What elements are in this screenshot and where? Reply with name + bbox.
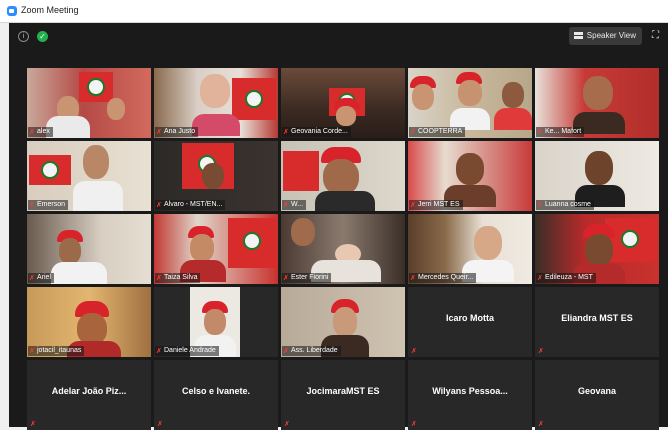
participant-name-label: ✗ Geovania Corde... [282, 127, 351, 137]
muted-mic-icon: ✗ [156, 275, 162, 282]
participant-name-label: ✗ Ke... Mafort [536, 127, 585, 137]
muted-mic-icon: ✗ [410, 202, 416, 209]
muted-mic-icon: ✗ [156, 348, 162, 355]
video-tile[interactable]: ✗ Luanna cosme [535, 141, 659, 211]
muted-mic-icon: ✗ [537, 275, 543, 282]
speaker-view-button[interactable]: Speaker View [568, 27, 642, 45]
video-tile[interactable]: Wilyans Pessoa... ✗ [408, 360, 532, 430]
muted-mic-icon: ✗ [29, 202, 35, 209]
video-tile[interactable]: ✗ Edileuza - MST [535, 214, 659, 284]
muted-mic-icon: ✗ [283, 348, 289, 355]
shield-icon[interactable]: ✓ [37, 31, 48, 42]
meeting-top-bar: i ✓ Speaker View ⛶ [9, 23, 668, 53]
muted-mic-icon: ✗ [537, 129, 543, 136]
participant-name-label: ✗ Daniele Andrade [155, 346, 219, 356]
muted-mic-icon: ✗ [283, 202, 289, 209]
video-tile[interactable]: Eliandra MST ES ✗ [535, 287, 659, 357]
grid-icon [573, 32, 583, 39]
video-tile[interactable]: ✗ Daniele Andrade [154, 287, 278, 357]
muted-mic-icon: ✗ [283, 275, 289, 282]
fullscreen-icon[interactable]: ⛶ [652, 31, 662, 41]
muted-mic-icon: ✗ [29, 348, 35, 355]
participant-name-label: ✗ Luanna cosme [536, 200, 594, 210]
participant-name-label: ✗ W... [282, 200, 307, 210]
participant-name: Adelar João Piz... [51, 386, 127, 396]
participant-name: JocimaraMST ES [306, 386, 380, 396]
participant-name-label: ✗ Ass. Liberdade [282, 346, 341, 356]
video-tile[interactable]: Geovana ✗ [535, 360, 659, 430]
video-tile[interactable]: ✗ W... [281, 141, 405, 211]
video-tile[interactable]: ✗ Emerson [27, 141, 151, 211]
gallery-grid: ✗alex ✗Ana Justo ✗Geovania Corde... ✗ [27, 68, 659, 430]
speaker-view-label: Speaker View [586, 31, 636, 40]
participant-name-label: ✗ Ariel [28, 273, 55, 283]
muted-mic-icon: ✗ [410, 275, 416, 282]
participant-name-label: ✗ Mercedes Queir... [409, 273, 477, 283]
video-tile[interactable]: ✗ Ariel [27, 214, 151, 284]
zoom-logo-icon [7, 6, 17, 16]
muted-mic-icon: ✗ [156, 129, 162, 136]
muted-mic-icon: ✗ [537, 202, 543, 209]
video-tile[interactable]: ✗ Alvaro - MST/EN... [154, 141, 278, 211]
participant-name-label: ✗ Ana Justo [155, 127, 199, 137]
participant-name-label: ✗ Ester Fiorini [282, 273, 332, 283]
video-tile[interactable]: ✗ Ester Fiorini [281, 214, 405, 284]
muted-mic-icon: ✗ [411, 348, 417, 355]
video-tile[interactable]: ✗ Ana Justo [154, 68, 278, 138]
participant-name-label: ✗ Taiza Silva [155, 273, 201, 283]
video-tile[interactable]: ✗ Taiza Silva [154, 214, 278, 284]
muted-mic-icon: ✗ [538, 348, 544, 355]
video-tile[interactable]: ✗ Mercedes Queir... [408, 214, 532, 284]
participant-name-label: ✗ COOPTERRA [409, 127, 466, 137]
participant-name: Wilyans Pessoa... [432, 386, 508, 396]
window-title: Zoom Meeting [21, 5, 79, 15]
video-tile[interactable]: JocimaraMST ES ✗ [281, 360, 405, 430]
video-tile[interactable]: Icaro Motta ✗ [408, 287, 532, 357]
participant-name-label: ✗ Edileuza - MST [536, 273, 596, 283]
video-tile[interactable]: Adelar João Piz... ✗ [27, 360, 151, 430]
info-icon[interactable]: i [18, 31, 29, 42]
muted-mic-icon: ✗ [283, 129, 289, 136]
video-tile[interactable]: Celso e Ivanete. ✗ [154, 360, 278, 430]
video-tile-active-speaker[interactable]: ✗ Jerri MST ES [408, 141, 532, 211]
video-tile[interactable]: ✗ alex [27, 68, 151, 138]
participant-name-label: ✗ alex [28, 127, 53, 137]
video-tile[interactable]: ✗ Ass. Liberdade [281, 287, 405, 357]
participant-name: Celso e Ivanete. [181, 386, 251, 396]
muted-mic-icon: ✗ [29, 275, 35, 282]
participant-name: Eliandra MST ES [561, 313, 633, 323]
title-bar: Zoom Meeting [0, 0, 668, 23]
muted-mic-icon: ✗ [29, 129, 35, 136]
participant-name: Icaro Motta [445, 313, 494, 323]
participant-name-label: ✗ Alvaro - MST/EN... [155, 200, 226, 210]
video-tile[interactable]: ✗ Geovania Corde... [281, 68, 405, 138]
participant-name: Geovana [577, 386, 617, 396]
participant-name-label: ✗ Jerri MST ES [409, 200, 463, 210]
participant-name-label: ✗ Emerson [28, 200, 69, 210]
participant-name-label: ✗ jotacil_itaunas [28, 346, 85, 356]
meeting-window: i ✓ Speaker View ⛶ ✗ alex ✗ Ana Justo ✗ … [9, 23, 668, 430]
video-tile[interactable]: ✗ COOPTERRA [408, 68, 532, 138]
video-tile[interactable]: ✗ jotacil_itaunas [27, 287, 151, 357]
muted-mic-icon: ✗ [410, 129, 416, 136]
muted-mic-icon: ✗ [156, 202, 162, 209]
video-tile[interactable]: ✗ Ke... Mafort [535, 68, 659, 138]
